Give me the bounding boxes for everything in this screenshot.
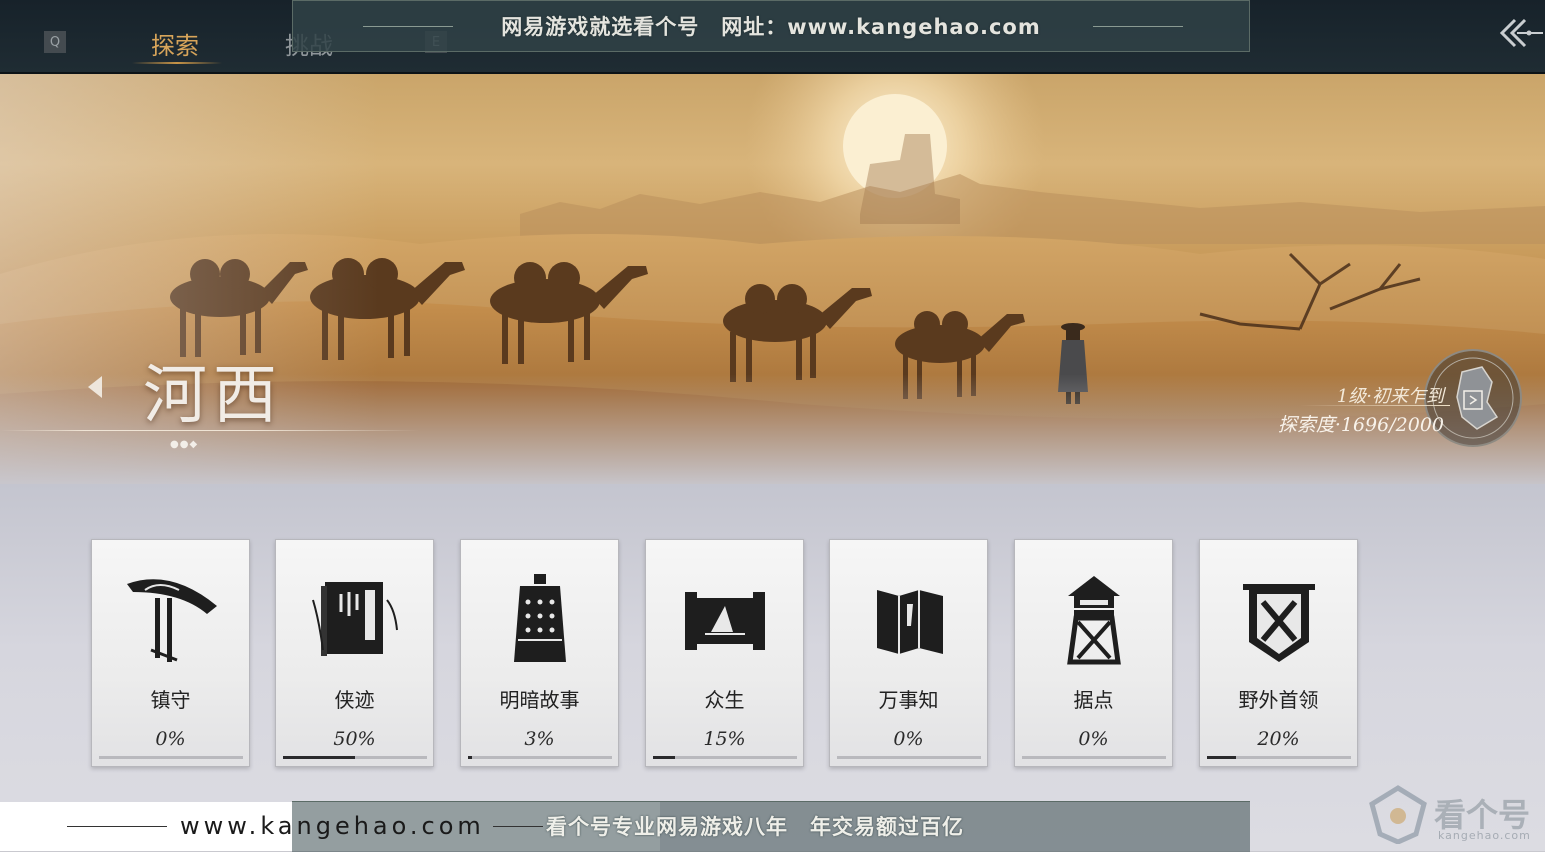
card-percent: 50% bbox=[333, 728, 376, 750]
category-card-zhenshou[interactable]: 镇守 0% bbox=[91, 539, 250, 767]
card-label: 野外首领 bbox=[1238, 688, 1319, 712]
card-label: 侠迹 bbox=[334, 688, 375, 712]
bell-icon bbox=[514, 574, 566, 662]
exploration-level: 1级·初来乍到 bbox=[1336, 386, 1444, 407]
card-label: 镇守 bbox=[150, 688, 191, 712]
tab-explore[interactable]: 探索 bbox=[151, 26, 199, 61]
watermark-banner-top: 网易游戏就选看个号 网址：www.kangehao.com bbox=[292, 0, 1250, 52]
category-card-yewai-shouling[interactable]: 野外首领 20% bbox=[1199, 539, 1358, 767]
folded-map-icon bbox=[877, 590, 943, 654]
prev-region-arrow-icon[interactable] bbox=[88, 376, 102, 398]
card-percent: 15% bbox=[703, 728, 746, 750]
category-card-judian[interactable]: 据点 0% bbox=[1014, 539, 1173, 767]
category-card-wanshizhi[interactable]: 万事知 0% bbox=[829, 539, 988, 767]
card-progress-track bbox=[99, 756, 243, 759]
category-card-xiaji[interactable]: 侠迹 50% bbox=[275, 539, 434, 767]
book-icon bbox=[312, 582, 398, 656]
card-percent: 0% bbox=[1078, 728, 1109, 750]
hat-icon bbox=[127, 579, 217, 662]
card-progress-fill bbox=[653, 756, 675, 759]
region-page-dots: ●●◆ bbox=[170, 439, 199, 450]
card-percent: 3% bbox=[524, 728, 555, 750]
card-progress-track bbox=[468, 756, 612, 759]
card-progress-track bbox=[837, 756, 981, 759]
prev-tab-key-hint[interactable]: Q bbox=[44, 31, 66, 53]
watchtower-icon bbox=[1067, 576, 1121, 665]
card-label: 明暗故事 bbox=[499, 688, 580, 712]
top-nav-bar: Q 探索 挑战 E 网易游戏就选看个号 网址：www.kangehao.com bbox=[0, 0, 1545, 74]
card-progress-fill bbox=[1207, 756, 1236, 759]
card-label: 万事知 bbox=[878, 688, 939, 712]
card-percent: 20% bbox=[1257, 728, 1300, 750]
card-percent: 0% bbox=[893, 728, 924, 750]
active-tab-underline bbox=[132, 62, 222, 64]
card-label: 众生 bbox=[704, 688, 745, 712]
watermark-top-text: 网易游戏就选看个号 网址：www.kangehao.com bbox=[501, 15, 1041, 39]
watermark-slogan: 看个号专业网易游戏八年 年交易额过百亿 bbox=[546, 815, 964, 839]
crossed-swords-banner-icon bbox=[1243, 584, 1315, 662]
watermark-logo-sub: kangehao.com bbox=[1438, 829, 1531, 842]
exploration-progress: 探索度·1696/2000 bbox=[1277, 414, 1444, 436]
card-progress-track bbox=[1207, 756, 1351, 759]
card-progress-track bbox=[283, 756, 427, 759]
back-icon[interactable] bbox=[1499, 14, 1543, 52]
category-card-zhongsheng[interactable]: 众生 15% bbox=[645, 539, 804, 767]
card-progress-fill bbox=[283, 756, 355, 759]
card-progress-fill bbox=[468, 756, 473, 759]
region-name-underline bbox=[0, 430, 420, 431]
scroll-icon bbox=[685, 592, 765, 650]
kangehao-logo-icon bbox=[1369, 785, 1427, 844]
category-card-mingan-gushi[interactable]: 明暗故事 3% bbox=[460, 539, 619, 767]
region-name: 河西 bbox=[143, 359, 283, 433]
card-label: 据点 bbox=[1073, 688, 1114, 712]
card-percent: 0% bbox=[155, 728, 186, 750]
watermark-url: www.kangehao.com bbox=[180, 812, 485, 840]
card-progress-track bbox=[1022, 756, 1166, 759]
card-progress-track bbox=[653, 756, 797, 759]
